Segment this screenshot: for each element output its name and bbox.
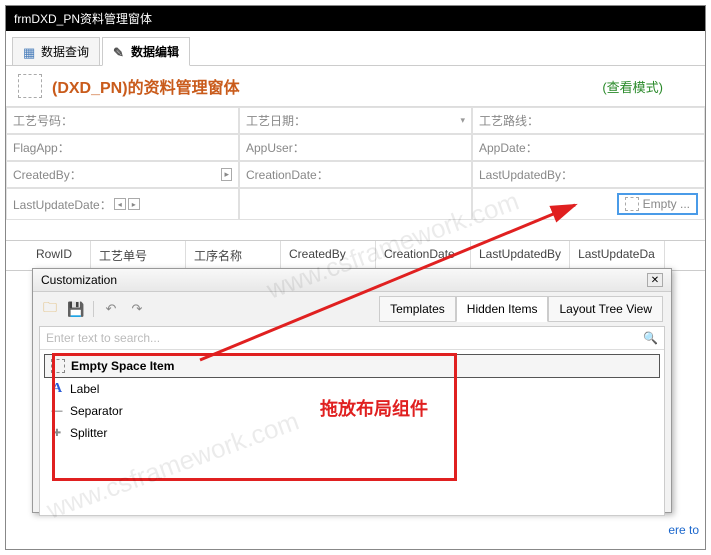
col-created-by[interactable]: CreatedBy [281,241,376,270]
undo-icon[interactable]: ↶ [102,300,120,318]
nav-next-button[interactable]: ▸ [128,198,140,210]
col-last-updated-by[interactable]: LastUpdatedBy [471,241,570,270]
tab-edit-label: 数据编辑 [131,43,179,60]
splitter-icon [50,426,64,440]
field-process-route[interactable]: 工艺路线： [472,107,705,134]
redo-icon[interactable]: ↷ [128,300,146,318]
open-icon[interactable]: 🗀 [41,300,59,318]
item-splitter-label: Splitter [70,426,107,440]
customization-tabstrip: Templates Hidden Items Layout Tree View [379,296,663,322]
col-process-name[interactable]: 工序名称 [186,241,281,270]
form-icon-placeholder [18,74,42,98]
field-app-user[interactable]: AppUser： [239,134,472,161]
label-icon: A [50,382,64,396]
field-creation-date[interactable]: CreationDate： [239,161,472,188]
field-created-by[interactable]: CreatedBy：▸ [6,161,239,188]
view-mode-label: (查看模式) [602,77,663,96]
item-label-label: Label [70,382,99,396]
edit-icon [113,45,127,59]
col-creation-date[interactable]: CreationDate [376,241,471,270]
item-separator[interactable]: Separator [44,400,660,422]
customization-title-label: Customization [41,273,117,287]
search-input[interactable]: Enter text to search... 🔍 [40,327,664,350]
window-title: frmDXD_PN资料管理窗体 [14,12,152,26]
field-process-no[interactable]: 工艺号码： [6,107,239,134]
item-empty-label: Empty Space Item [71,359,174,373]
customization-titlebar[interactable]: Customization ✕ [33,269,671,292]
grid-header-row: RowID 工艺单号 工序名称 CreatedBy CreationDate L… [6,240,705,271]
main-tabstrip: 数据查询 数据编辑 [6,31,705,66]
field-last-update-date[interactable]: LastUpdateDate： ◂ ▸ [6,188,239,220]
field-process-date[interactable]: 工艺日期：▾ [239,107,472,134]
tab-layout-tree[interactable]: Layout Tree View [548,296,663,322]
expand-icon[interactable]: ▸ [221,168,232,181]
window-titlebar: frmDXD_PN资料管理窗体 [6,6,705,31]
empty-slot-label: Empty ... [643,197,690,211]
item-empty-space[interactable]: Empty Space Item [44,354,660,378]
item-label[interactable]: A Label [44,378,660,400]
tab-query[interactable]: 数据查询 [12,37,100,65]
grid-icon [23,45,37,59]
tab-templates[interactable]: Templates [379,296,456,322]
save-icon[interactable]: 💾 [67,300,85,318]
empty-space-icon [625,197,639,211]
form-title: (DXD_PN)的资料管理窗体 [52,74,602,98]
field-empty-slot-cell: Empty ... [472,188,705,220]
field-app-date[interactable]: AppDate： [472,134,705,161]
search-placeholder: Enter text to search... [46,331,160,345]
col-last-update-date[interactable]: LastUpdateDa [570,241,665,270]
field-flag-app[interactable]: FlagApp： [6,134,239,161]
nav-prev-button[interactable]: ◂ [114,198,126,210]
tab-hidden-items[interactable]: Hidden Items [456,296,549,322]
form-header: (DXD_PN)的资料管理窗体 (查看模式) [6,66,705,107]
hidden-items-list: Empty Space Item A Label Separator Split… [40,350,664,448]
footer-link[interactable]: ere to [668,523,699,537]
toolbar-separator [93,301,94,317]
separator-icon [50,404,64,418]
tab-edit[interactable]: 数据编辑 [102,37,190,66]
item-separator-label: Separator [70,404,123,418]
data-grid: RowID 工艺单号 工序名称 CreatedBy CreationDate L… [6,240,705,271]
item-splitter[interactable]: Splitter [44,422,660,444]
customization-body: Enter text to search... 🔍 Empty Space It… [39,326,665,516]
empty-space-icon [51,359,65,373]
col-rowid[interactable]: RowID [6,241,91,270]
tab-query-label: 数据查询 [41,43,89,60]
customization-panel: Customization ✕ 🗀 💾 ↶ ↷ Templates Hidden… [32,268,672,513]
customization-toolbar: 🗀 💾 ↶ ↷ Templates Hidden Items Layout Tr… [33,292,671,326]
search-icon[interactable]: 🔍 [643,331,658,345]
form-grid: 工艺号码： 工艺日期：▾ 工艺路线： FlagApp： AppUser： App… [6,107,705,220]
col-process-no[interactable]: 工艺单号 [91,241,186,270]
dropdown-icon[interactable]: ▾ [460,115,465,126]
field-empty-1 [239,188,472,220]
field-last-updated-by[interactable]: LastUpdatedBy： [472,161,705,188]
close-button[interactable]: ✕ [647,273,663,287]
empty-drop-target[interactable]: Empty ... [617,193,698,215]
